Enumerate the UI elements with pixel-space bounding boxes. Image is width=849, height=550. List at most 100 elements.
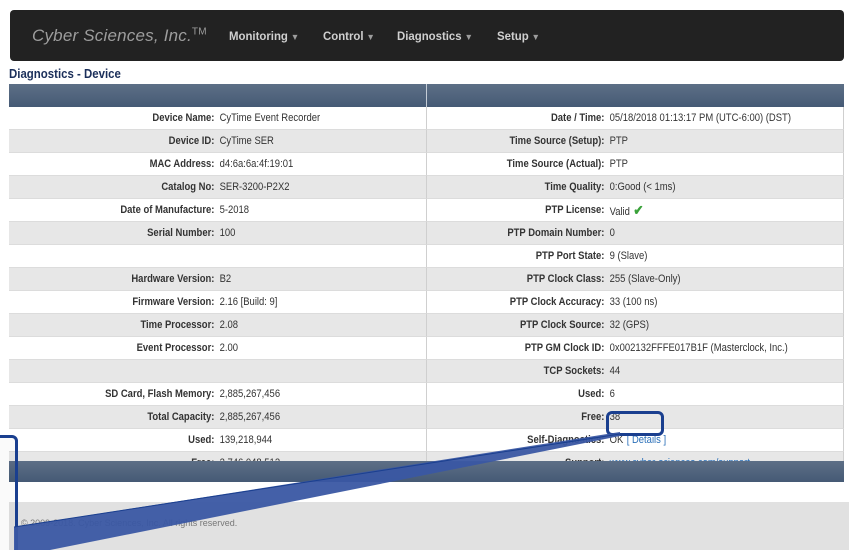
table-cell-right: Date / Time: 05/18/2018 01:13:17 PM (UTC-… — [426, 107, 844, 130]
table-cell-left: Device Name: CyTime Event Recorder — [9, 107, 427, 130]
field-value: 255 (Slave-Only) — [607, 273, 681, 285]
field-value: d4:6a:6a:4f:19:01 — [219, 158, 294, 170]
field-label: Date / Time: — [550, 112, 604, 124]
table-cell-left: Time Processor: 2.08 — [9, 314, 427, 337]
field-label: Used: — [577, 388, 604, 400]
nav-diagnostics[interactable]: Diagnostics ▼ — [397, 29, 473, 43]
table-cell-right: PTP Domain Number: 0 — [426, 222, 844, 245]
field-value: 44 — [607, 365, 620, 377]
table-row: Time Processor: 2.08 PTP Clock Source: 32 (… — [9, 314, 844, 337]
table-cell-right: PTP Clock Class: 255 (Slave-Only) — [426, 268, 844, 291]
table-row: Date of Manufacture: 5-2018 PTP License: Va… — [9, 199, 844, 222]
field-value: 33 (100 ns) — [607, 296, 657, 308]
nav-monitoring[interactable]: Monitoring ▼ — [229, 29, 299, 43]
table-cell-right: Time Source (Actual): PTP — [426, 153, 844, 176]
table-cell-right: PTP GM Clock ID: 0x002132FFFE017B1F (Mast… — [426, 337, 844, 360]
field-value: 0x002132FFFE017B1F (Masterclock, Inc.) — [607, 342, 788, 354]
table-cell-left: Device ID: CyTime SER — [9, 130, 427, 153]
field-value-text: 255 (Slave-Only) — [609, 273, 681, 285]
table-cell-left — [9, 360, 427, 383]
field-value: CyTime Event Recorder — [219, 112, 321, 124]
field-label: Date of Manufacture: — [120, 204, 215, 216]
field-value: 2,885,267,456 — [219, 411, 281, 423]
field-value-text: 05/18/2018 01:13:17 PM (UTC-6:00) (DST) — [609, 112, 791, 124]
table-cell-left: Total Capacity: 2,885,267,456 — [9, 406, 427, 429]
top-navbar: Cyber Sciences, Inc.TM Monitoring ▼ Contr… — [10, 10, 844, 61]
field-value-text: 0x002132FFFE017B1F (Masterclock, Inc.) — [609, 342, 788, 354]
table-row: Event Processor: 2.00 PTP GM Clock ID: 0x00… — [9, 337, 844, 360]
field-label: Time Source (Setup): — [508, 135, 604, 147]
caret-down-icon: ▼ — [464, 31, 474, 42]
table-cell-left: Used: 139,218,944 — [9, 429, 427, 452]
field-label: Device ID: — [168, 135, 215, 147]
field-value: 5-2018 — [219, 204, 250, 216]
nav-control[interactable]: Control ▼ — [323, 29, 375, 43]
field-value-text: PTP — [609, 158, 628, 170]
table-row: Serial Number: 100 PTP Domain Number: 0 — [9, 222, 844, 245]
table-row: MAC Address: d4:6a:6a:4f:19:01 Time Source… — [9, 153, 844, 176]
callout-bracket — [0, 435, 18, 550]
details-highlight-box — [606, 411, 664, 436]
field-label: Total Capacity: — [147, 411, 215, 423]
device-info-table: Device Name: CyTime Event Recorder Date / … — [9, 84, 844, 475]
table-cell-left: Firmware Version: 2.16 [Build: 9] — [9, 291, 427, 314]
copyright-text: © 2009-2018. Cyber Sciences, Inc. All ri… — [21, 518, 238, 528]
field-value: Valid ✔ — [607, 202, 643, 219]
brand-logo[interactable]: Cyber Sciences, Inc.TM — [32, 26, 207, 46]
field-value-text: Valid — [609, 205, 630, 218]
trademark-mark: TM — [191, 25, 207, 37]
field-value: 0 — [607, 227, 615, 239]
field-label: Time Source (Actual): — [506, 158, 604, 170]
field-label: Firmware Version: — [132, 296, 215, 308]
table-header-right — [427, 84, 845, 107]
table-cell-left: Catalog No: SER-3200-P2X2 — [9, 176, 427, 199]
table-row: Hardware Version: B2 PTP Clock Class: 255 (… — [9, 268, 844, 291]
field-label: PTP Port State: — [535, 250, 604, 262]
caret-down-icon: ▼ — [366, 31, 375, 42]
field-label: Time Quality: — [544, 181, 604, 193]
nav-setup-label: Setup — [497, 28, 529, 43]
field-value: PTP — [607, 158, 628, 170]
table-row: Firmware Version: 2.16 [Build: 9] PTP Cloc… — [9, 291, 844, 314]
nav-control-label: Control — [322, 28, 364, 43]
table-row: Total Capacity: 2,885,267,456 Free: 38 — [9, 406, 844, 429]
page-footer: © 2009-2018. Cyber Sciences, Inc. All ri… — [9, 502, 849, 550]
nav-setup[interactable]: Setup ▼ — [497, 29, 540, 43]
table-row: Used: 139,218,944 Self-Diagnostics: OK[ Det… — [9, 429, 844, 452]
table-row: TCP Sockets: 44 — [9, 360, 844, 383]
field-value-text: 0 — [609, 227, 615, 239]
table-footer-bar — [9, 461, 844, 482]
field-value-text: PTP — [609, 135, 628, 147]
table-body: Device Name: CyTime Event Recorder Date / … — [9, 107, 844, 475]
table-row: SD Card, Flash Memory: 2,885,267,456 Used:… — [9, 383, 844, 406]
field-value: 6 — [607, 388, 614, 400]
field-label: PTP Domain Number: — [506, 227, 604, 239]
check-icon: ✔ — [632, 201, 643, 218]
field-value: 2.00 — [219, 342, 239, 354]
field-value: 32 (GPS) — [607, 319, 648, 331]
page-title: Diagnostics - Device — [9, 66, 121, 81]
table-cell-left: MAC Address: d4:6a:6a:4f:19:01 — [9, 153, 427, 176]
table-cell-left — [9, 245, 427, 268]
field-label: SD Card, Flash Memory: — [105, 388, 215, 400]
table-cell-right: Time Source (Setup): PTP — [426, 130, 844, 153]
field-value-text: 44 — [609, 365, 620, 377]
field-label: Serial Number: — [147, 227, 215, 239]
table-row: PTP Port State: 9 (Slave) — [9, 245, 844, 268]
field-value-text: 33 (100 ns) — [609, 296, 657, 308]
table-cell-right: PTP Clock Source: 32 (GPS) — [426, 314, 844, 337]
table-row: Catalog No: SER-3200-P2X2 Time Quality: 0:G… — [9, 176, 844, 199]
nav-diagnostics-label: Diagnostics — [397, 28, 462, 43]
field-label: PTP License: — [544, 204, 604, 216]
table-row: Device Name: CyTime Event Recorder Date / … — [9, 107, 844, 130]
table-cell-left: Hardware Version: B2 — [9, 268, 427, 291]
field-value: PTP — [607, 135, 628, 147]
table-cell-left: SD Card, Flash Memory: 2,885,267,456 — [9, 383, 427, 406]
field-label: Free: — [580, 411, 604, 423]
field-value: 2,885,267,456 — [219, 388, 281, 400]
table-cell-left: Date of Manufacture: 5-2018 — [9, 199, 427, 222]
table-cell-right: TCP Sockets: 44 — [426, 360, 844, 383]
table-row: Device ID: CyTime SER Time Source (Setup):… — [9, 130, 844, 153]
nav-monitoring-label: Monitoring — [228, 28, 288, 43]
caret-down-icon: ▼ — [290, 31, 299, 42]
